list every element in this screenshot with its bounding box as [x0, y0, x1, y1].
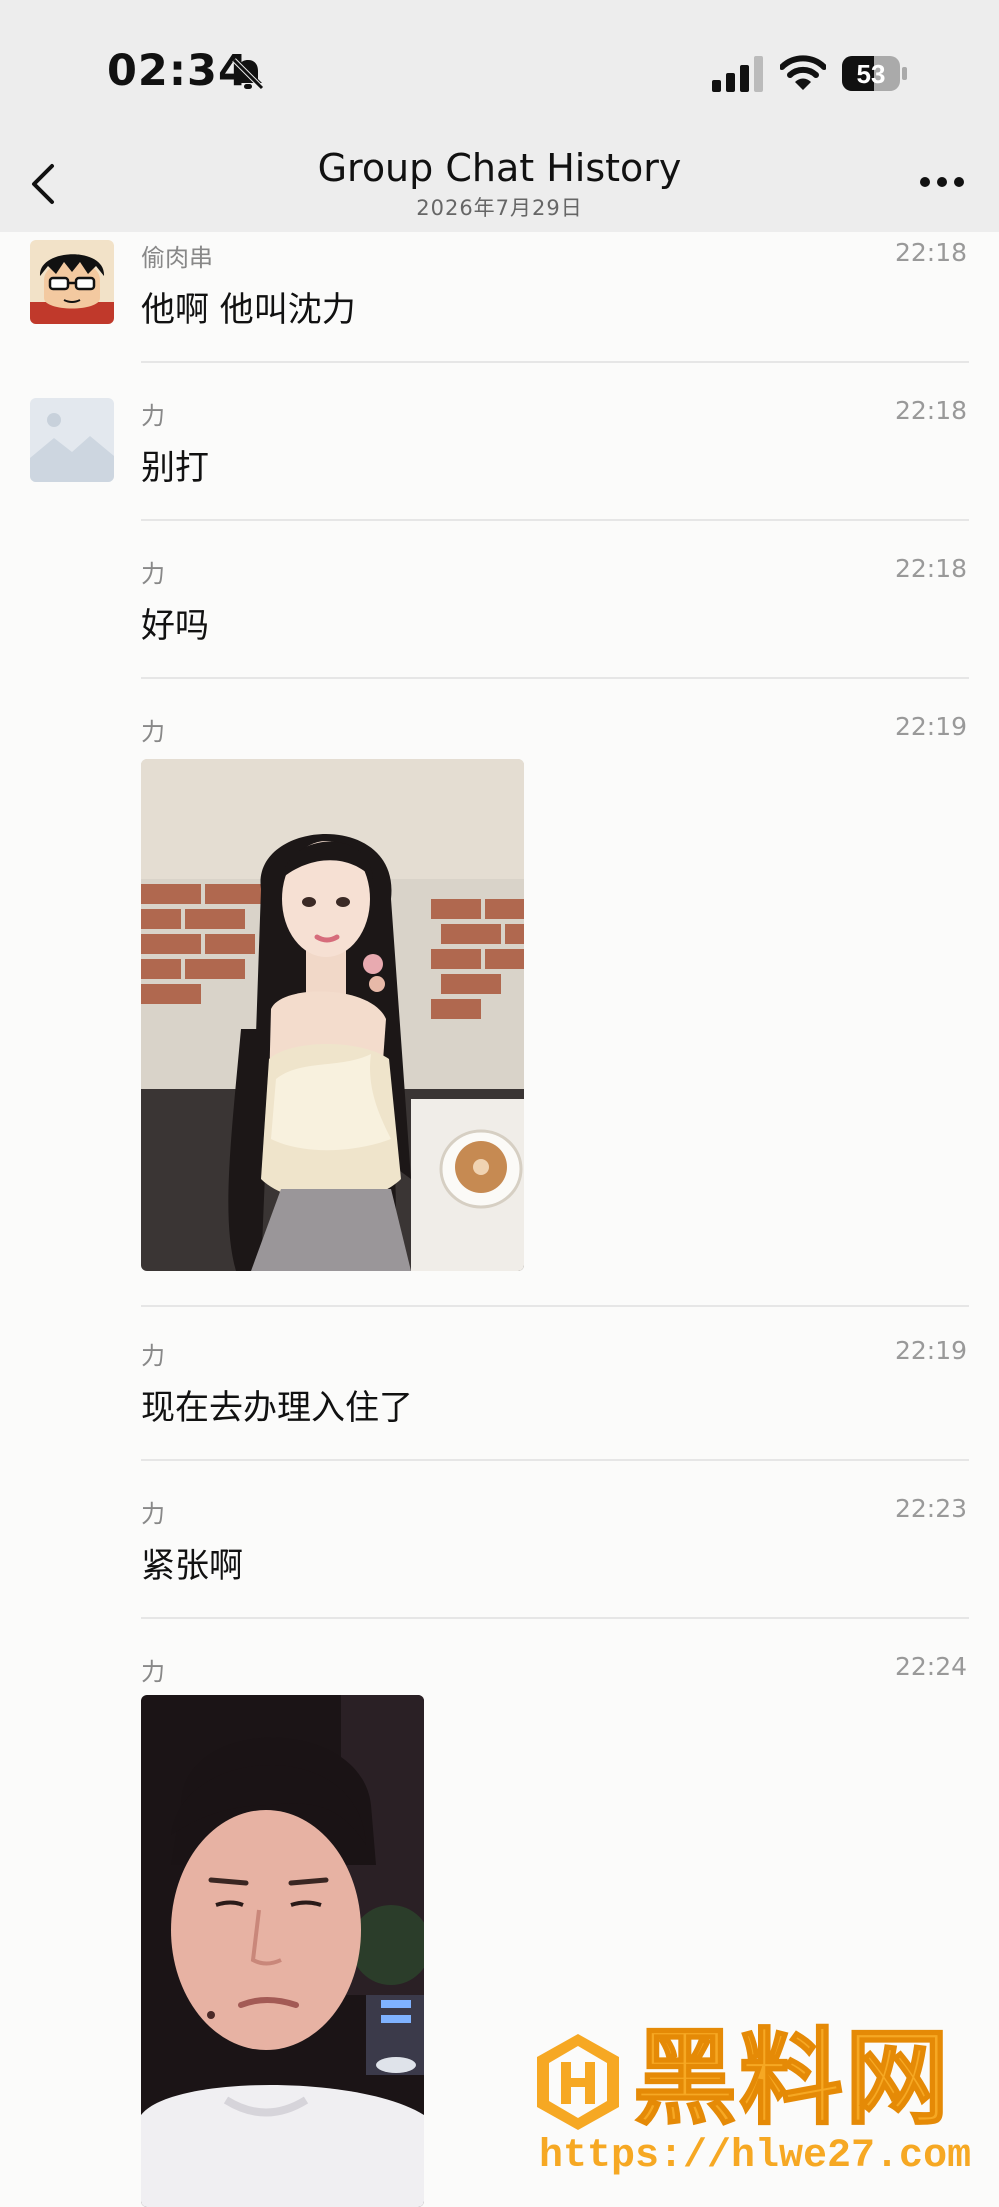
watermark: 黑料网 https://hlwe27.com — [535, 2017, 985, 2182]
watermark-logo-icon — [537, 2034, 619, 2130]
message-item[interactable]: 力 22:18 别打 — [0, 390, 999, 521]
page-title: Group Chat History — [317, 146, 682, 190]
message-time: 22:23 — [894, 1494, 967, 1523]
message-time: 22:18 — [894, 396, 967, 425]
message-photo[interactable] — [141, 759, 524, 1271]
status-time: 02:34 — [107, 46, 249, 96]
message-text: 好吗 — [141, 606, 209, 646]
message-text: 别打 — [141, 448, 209, 488]
divider — [141, 1459, 969, 1461]
sender-name: 力 — [141, 718, 165, 746]
wifi-icon — [780, 55, 826, 90]
divider — [141, 361, 969, 363]
message-time: 22:19 — [894, 712, 967, 741]
battery-icon: 53 — [842, 56, 907, 91]
message-time: 22:18 — [894, 554, 967, 583]
message-text: 紧张啊 — [141, 1546, 243, 1586]
message-item[interactable]: 力 22:19 — [0, 706, 999, 1307]
avatar[interactable] — [30, 240, 114, 324]
status-bar: 02:34 53 — [0, 0, 999, 140]
divider — [141, 1617, 969, 1619]
message-text: 他啊 他叫沈力 — [141, 290, 356, 330]
avatar[interactable] — [30, 398, 114, 482]
bell-off-icon — [232, 58, 264, 90]
signal-icon — [712, 56, 763, 92]
battery-level: 53 — [857, 59, 886, 89]
watermark-name: 黑料网 — [632, 2017, 952, 2139]
sender-name: 力 — [141, 1658, 165, 1686]
message-item[interactable]: 力 22:18 好吗 — [0, 548, 999, 679]
divider — [141, 677, 969, 679]
sender-name: 偷肉串 — [141, 244, 213, 272]
watermark-url: https://hlwe27.com — [539, 2134, 972, 2179]
message-photo[interactable] — [141, 1695, 424, 2207]
message-text: 现在去办理入住了 — [141, 1388, 413, 1428]
message-time: 22:19 — [894, 1336, 967, 1365]
sender-name: 力 — [141, 1342, 165, 1370]
sender-name: 力 — [141, 560, 165, 588]
sender-name: 力 — [141, 402, 165, 430]
message-item[interactable]: 力 22:23 紧张啊 — [0, 1488, 999, 1619]
page-subtitle: 2026年7月29日 — [416, 196, 583, 220]
message-time: 22:18 — [894, 238, 967, 267]
message-time: 22:24 — [894, 1652, 967, 1681]
divider — [141, 1305, 969, 1307]
sender-name: 力 — [141, 1500, 165, 1528]
more-options-button[interactable] — [919, 175, 965, 189]
message-item[interactable]: 偷肉串 22:18 他啊 他叫沈力 — [0, 232, 999, 363]
nav-bar: Group Chat History 2026年7月29日 — [0, 140, 999, 232]
message-item[interactable]: 力 22:19 现在去办理入住了 — [0, 1330, 999, 1461]
divider — [141, 519, 969, 521]
